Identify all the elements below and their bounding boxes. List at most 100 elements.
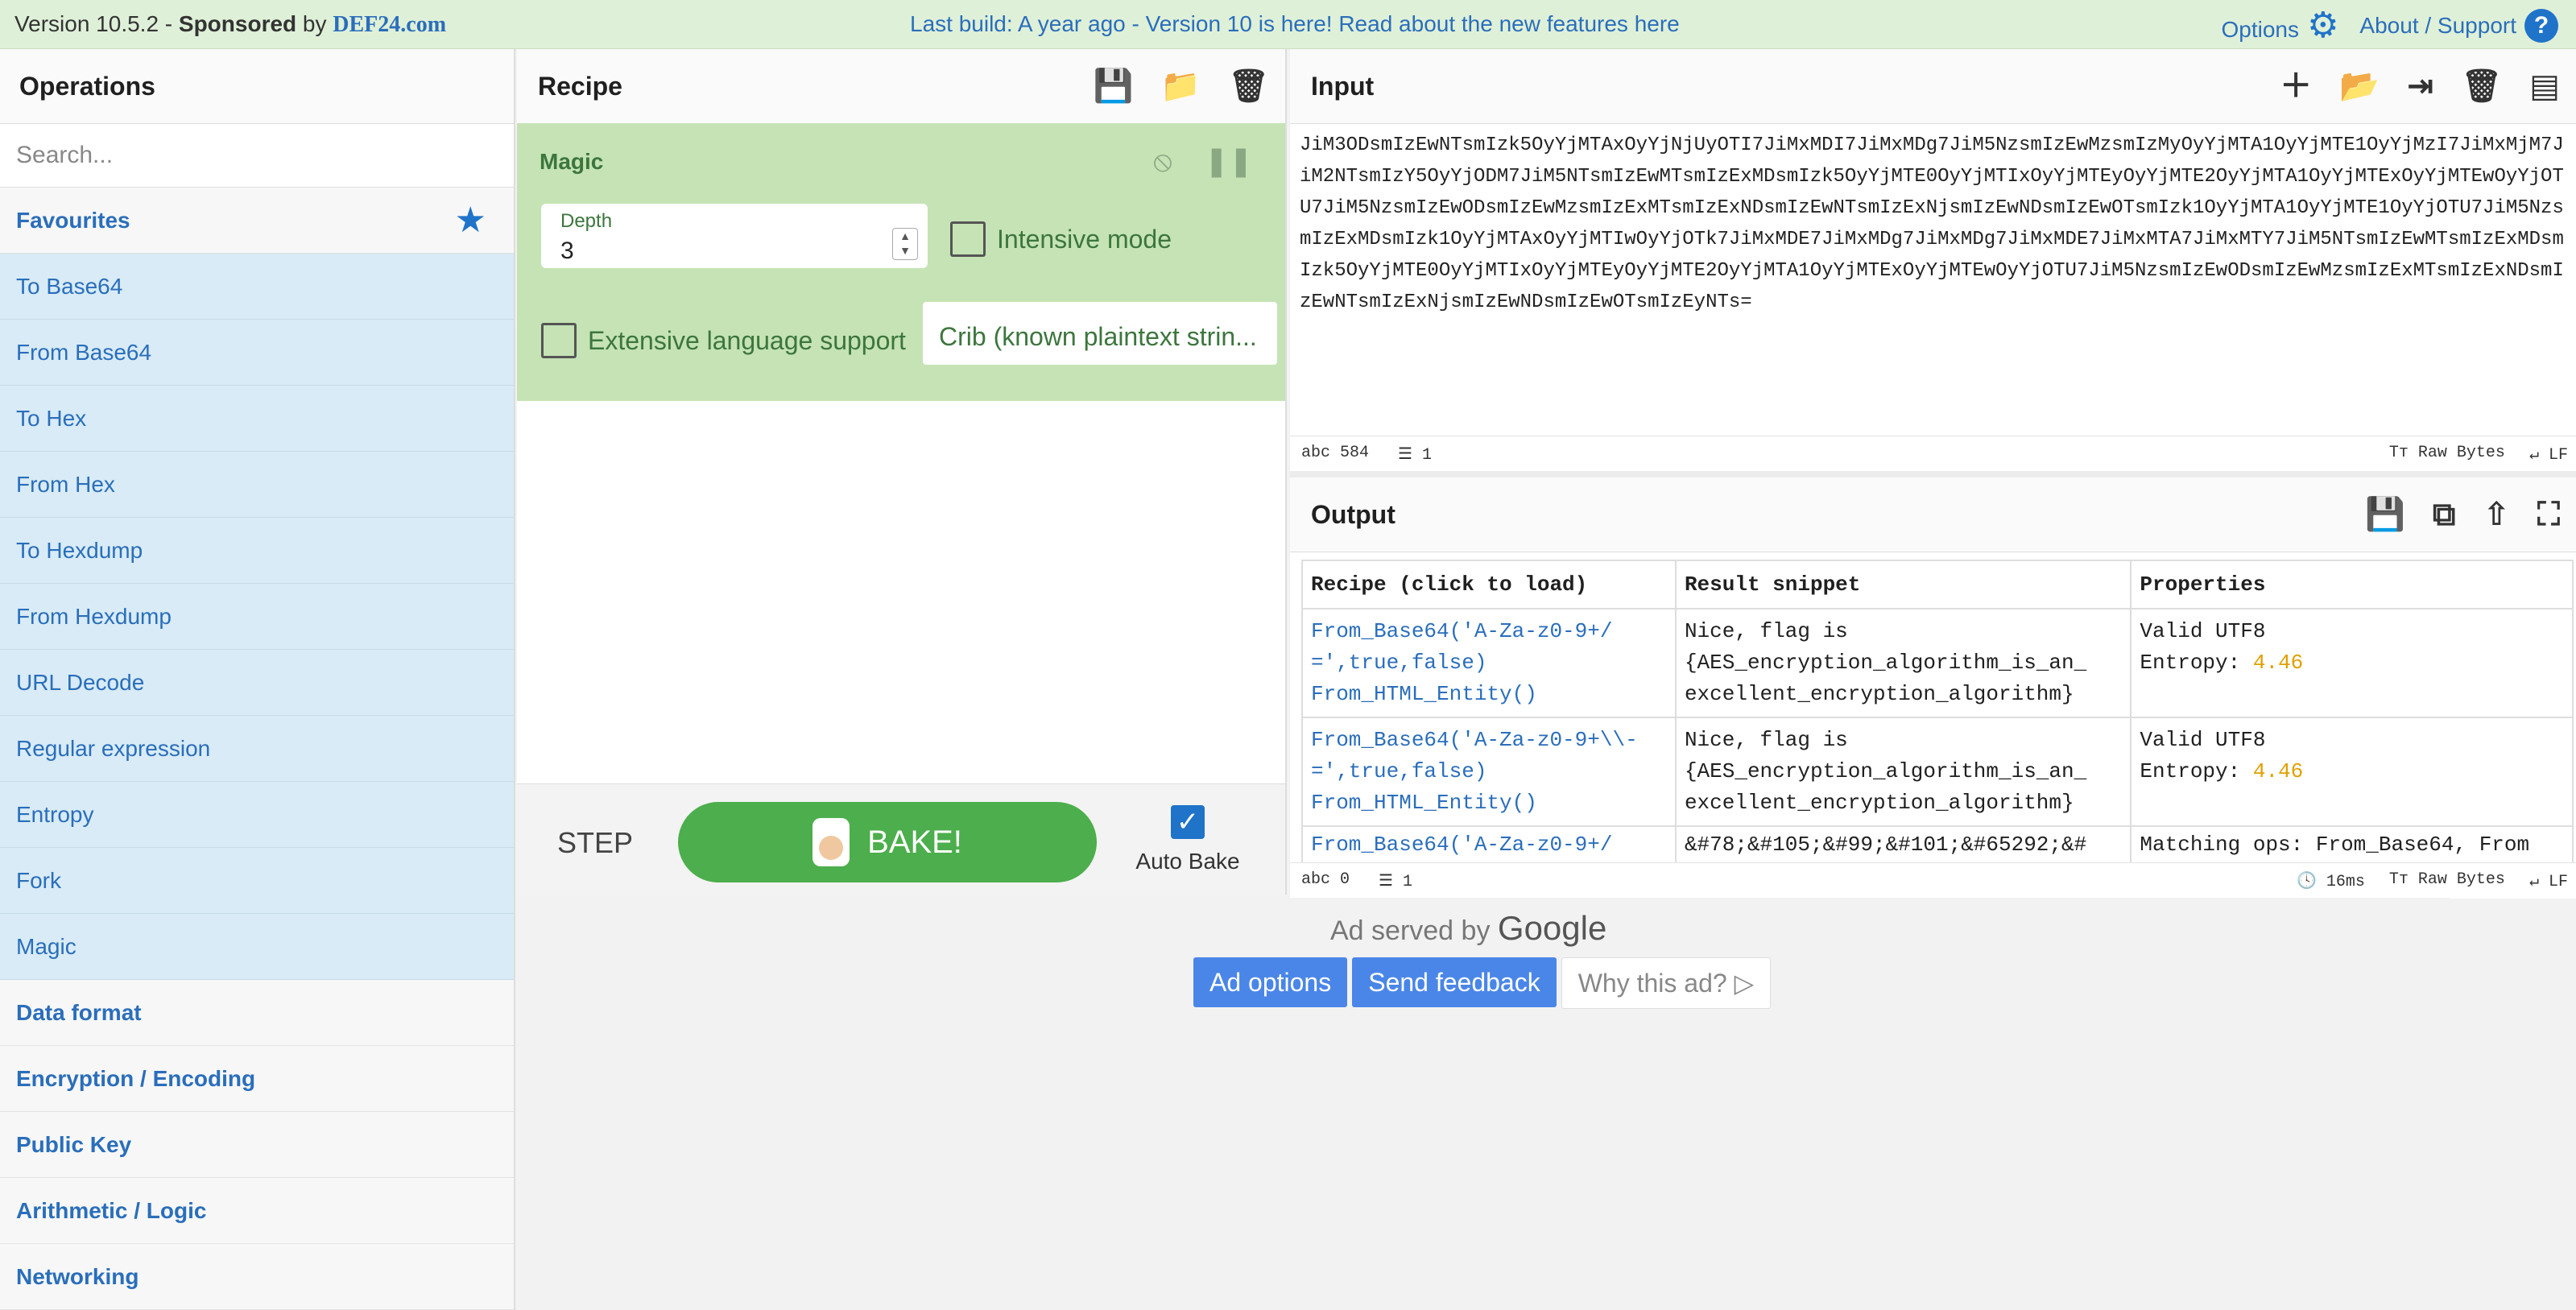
output-title: Output <box>1311 500 1396 529</box>
recipe-cell[interactable]: From_Base64('A-Za-z0-9+/ =',true,false) … <box>1301 608 1677 718</box>
output-lines-value: 1 <box>1402 873 1412 891</box>
recipe-cell[interactable]: From_Base64('A-Za-z0-9+/ <box>1301 825 1677 864</box>
input-panel: Input ＋ 📂 ⇥ 🗑 ▤ JiM3ODsmIzEwNTsmIzk5OyYj… <box>1290 49 2576 471</box>
input-statusbar: abc 584 ☰ 1 Tт Raw Bytes ↵ LF <box>1290 436 2576 472</box>
ad-area: Ad served by Google Ad options Send feed… <box>517 898 2450 1310</box>
intensive-mode-option[interactable]: Intensive mode <box>950 221 1172 257</box>
op-regular-expression[interactable]: Regular expression <box>0 716 514 782</box>
extensive-language-option[interactable]: Extensive language support <box>541 323 906 358</box>
op-from-hex[interactable]: From Hex <box>0 452 514 518</box>
copy-icon[interactable]: ⧉ <box>2433 498 2456 531</box>
open-folder-icon[interactable]: 📂 <box>2339 70 2380 102</box>
ad-buttons: Ad options Send feedback Why this ad? ▷ <box>1193 957 1772 1009</box>
top-banner: Version 10.5.2 - Sponsored by DEF24.com … <box>0 0 2576 49</box>
input-title: Input <box>1311 72 1375 101</box>
op-url-decode[interactable]: URL Decode <box>0 650 514 716</box>
options-label: Options <box>2221 17 2299 42</box>
folder-icon[interactable]: 📁 <box>1160 70 1201 102</box>
save-output-icon[interactable]: 💾 <box>2365 498 2405 531</box>
output-eol[interactable]: ↵ LF <box>2529 870 2568 891</box>
recipe-cell[interactable]: From_Base64('A-Za-z0-9+\\- =',true,false… <box>1301 717 1677 827</box>
panel-resize-handle[interactable] <box>1290 471 2576 477</box>
auto-bake-checkbox[interactable]: ✓ <box>1171 805 1205 839</box>
star-icon[interactable]: ★ <box>455 188 486 253</box>
op-entropy[interactable]: Entropy <box>0 782 514 848</box>
entropy-value: 4.46 <box>2252 651 2304 675</box>
properties-cell: Valid UTF8 Entropy: 4.46 <box>2130 608 2574 718</box>
add-tab-icon[interactable]: ＋ <box>2280 70 2312 102</box>
step-button[interactable]: STEP <box>557 826 633 860</box>
recipe-header: Recipe 💾 📁 🗑 <box>517 49 1285 124</box>
properties-cell: Valid UTF8 Entropy: 4.46 <box>2130 717 2574 827</box>
op-to-hex[interactable]: To Hex <box>0 386 514 452</box>
table-row[interactable]: From_Base64('A-Za-z0-9+/ =',true,false) … <box>1301 608 2574 718</box>
google-logo: Google <box>1497 909 1607 947</box>
intensive-mode-checkbox[interactable] <box>950 221 986 257</box>
operations-search-input[interactable]: Search... <box>0 124 514 188</box>
send-feedback-button[interactable]: Send feedback <box>1352 957 1557 1007</box>
pause-icon[interactable]: ❚❚ <box>1205 144 1253 179</box>
extensive-language-checkbox[interactable] <box>541 323 577 358</box>
maximize-icon[interactable]: ⛶ <box>2537 498 2560 531</box>
trash-icon[interactable]: 🗑 <box>1228 70 1269 102</box>
op-to-hexdump[interactable]: To Hexdump <box>0 518 514 584</box>
category-favourites[interactable]: Favourites ★ <box>0 188 514 254</box>
op-to-base64[interactable]: To Base64 <box>0 254 514 320</box>
layout-icon[interactable]: ▤ <box>2529 70 2560 102</box>
op-from-base64[interactable]: From Base64 <box>0 320 514 386</box>
disable-icon[interactable]: ⦸ <box>1153 144 1172 179</box>
input-header: Input ＋ 📂 ⇥ 🗑 ▤ <box>1290 49 2576 124</box>
recipe-panel: Recipe 💾 📁 🗑 Magic ⦸ ❚❚ Depth 3 ▲ ▼ Inten… <box>517 49 1287 897</box>
about-label: About / Support <box>2359 13 2516 38</box>
output-length-value: 0 <box>1340 870 1350 889</box>
output-toolbar: 💾 ⧉ ⇧ ⛶ <box>2365 498 2560 531</box>
entropy-value: 4.46 <box>2252 759 2304 783</box>
input-eol[interactable]: ↵ LF <box>2529 444 2568 465</box>
header-properties: Properties <box>2130 560 2574 610</box>
replace-input-icon[interactable]: ⇧ <box>2483 498 2510 531</box>
category-public-key[interactable]: Public Key <box>0 1112 514 1178</box>
input-encoding[interactable]: Tт Raw Bytes <box>2389 444 2505 465</box>
output-panel: Output 💾 ⧉ ⇧ ⛶ Recipe (click to load) Re… <box>1290 477 2576 899</box>
options-button[interactable]: Options ⚙ <box>2221 8 2338 43</box>
category-networking[interactable]: Networking <box>0 1244 514 1310</box>
output-length: abc 0 <box>1301 870 1350 889</box>
save-icon[interactable]: 💾 <box>1094 70 1134 102</box>
category-arithmetic-logic[interactable]: Arithmetic / Logic <box>0 1178 514 1244</box>
magic-operation: Magic ⦸ ❚❚ Depth 3 ▲ ▼ Intensive mode Ext… <box>517 123 1285 401</box>
op-fork[interactable]: Fork <box>0 848 514 914</box>
input-lines: ☰ 1 <box>1398 446 1432 465</box>
auto-bake-option[interactable]: ✓ Auto Bake <box>1135 805 1240 874</box>
bake-button[interactable]: BAKE! <box>678 802 1097 882</box>
operation-name: Magic <box>540 149 604 174</box>
recipe-toolbar: 💾 📁 🗑 <box>1094 70 1269 102</box>
depth-field[interactable]: Depth 3 ▲ ▼ <box>541 204 928 268</box>
operation-controls: ⦸ ❚❚ <box>1153 144 1253 179</box>
op-magic[interactable]: Magic <box>0 914 514 980</box>
depth-stepper[interactable]: ▲ ▼ <box>892 228 918 260</box>
why-this-ad-button[interactable]: Why this ad? ▷ <box>1561 957 1772 1009</box>
depth-label: Depth <box>560 210 613 232</box>
bake-bar: STEP BAKE! ✓ Auto Bake <box>517 783 1285 897</box>
category-data-format[interactable]: Data format <box>0 980 514 1046</box>
build-notice[interactable]: Last build: A year ago - Version 10 is h… <box>910 11 1680 37</box>
depth-value[interactable]: 3 <box>560 238 574 265</box>
about-support-button[interactable]: About / Support? <box>2359 9 2558 43</box>
header-result-snippet: Result snippet <box>1674 560 2132 610</box>
table-row[interactable]: From_Base64('A-Za-z0-9+/ &#78;&#105;&#99… <box>1301 825 2574 864</box>
input-toolbar: ＋ 📂 ⇥ 🗑 ▤ <box>2280 70 2560 102</box>
op-from-hexdump[interactable]: From Hexdump <box>0 584 514 650</box>
input-textarea[interactable]: JiM3ODsmIzEwNTsmIzk5OyYjMTAxOyYjNjUyOTI7… <box>1300 130 2568 318</box>
ad-options-button[interactable]: Ad options <box>1193 957 1348 1007</box>
sponsor-link[interactable]: DEF24.com <box>333 12 446 37</box>
category-encryption-encoding[interactable]: Encryption / Encoding <box>0 1046 514 1112</box>
output-encoding[interactable]: Tт Raw Bytes <box>2389 870 2505 891</box>
clear-input-icon[interactable]: 🗑 <box>2461 70 2502 102</box>
crib-input[interactable]: Crib (known plaintext strin... <box>923 302 1277 365</box>
open-file-icon[interactable]: ⇥ <box>2407 70 2434 102</box>
play-icon: ▷ <box>1734 969 1755 998</box>
version-text: Version 10.5.2 - <box>14 11 179 36</box>
bake-time-value: 16ms <box>2326 873 2365 891</box>
sponsored-by-text: by <box>296 11 333 36</box>
table-row[interactable]: From_Base64('A-Za-z0-9+\\- =',true,false… <box>1301 717 2574 827</box>
